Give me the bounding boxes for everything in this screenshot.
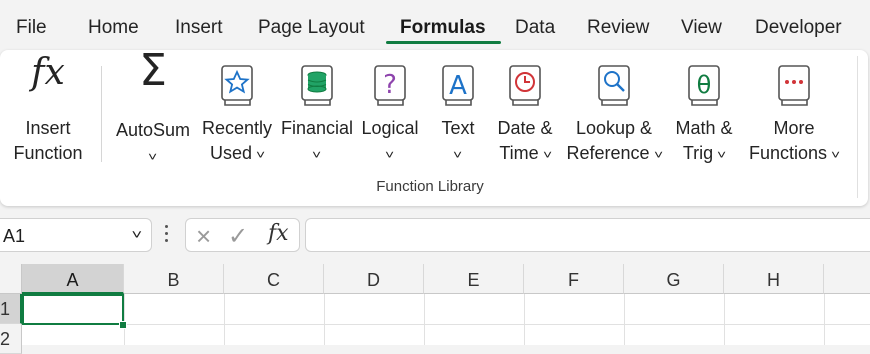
column-header-g[interactable]: G bbox=[624, 264, 724, 294]
select-all-corner[interactable] bbox=[0, 264, 22, 294]
tab-developer[interactable]: Developer bbox=[755, 17, 842, 39]
svg-text:θ: θ bbox=[697, 71, 712, 99]
grid-line bbox=[824, 294, 825, 345]
financial-book-icon bbox=[300, 64, 334, 115]
recently-used-label-2: Used bbox=[209, 143, 252, 163]
column-header-f[interactable]: F bbox=[524, 264, 624, 294]
lookup-reference-label-2: Reference bbox=[566, 143, 650, 163]
column-header-b[interactable]: B bbox=[124, 264, 224, 294]
formula-input[interactable] bbox=[305, 218, 870, 252]
grid-line bbox=[224, 294, 225, 345]
grid-line bbox=[624, 294, 625, 345]
chevron-down-icon: ˅ bbox=[148, 150, 158, 164]
column-header-h[interactable]: H bbox=[724, 264, 824, 294]
chevron-down-icon: ˅ bbox=[453, 148, 463, 162]
logical-label: Logical bbox=[361, 118, 419, 138]
tab-page-layout[interactable]: Page Layout bbox=[258, 17, 365, 39]
row-header-1[interactable]: 1 bbox=[0, 294, 22, 324]
tab-review[interactable]: Review bbox=[587, 17, 649, 39]
name-box[interactable]: A1 ˅ bbox=[0, 218, 152, 252]
lookup-reference-label-1: Lookup & bbox=[575, 118, 653, 138]
math-trig-label-2: Trig bbox=[682, 143, 714, 163]
chevron-down-icon: ˅ bbox=[312, 148, 322, 162]
ribbon-panel: fx Insert Function Σ AutoSum ˅ Recently Use… bbox=[0, 45, 868, 206]
chevron-down-icon: ˅ bbox=[385, 148, 395, 162]
tab-insert[interactable]: Insert bbox=[175, 17, 223, 39]
chevron-down-icon: ˅ bbox=[717, 148, 727, 162]
column-header-a[interactable]: A bbox=[22, 264, 124, 294]
letter-a-book-icon: A bbox=[441, 64, 475, 115]
more-functions-label-1: More bbox=[773, 118, 815, 138]
tab-home[interactable]: Home bbox=[88, 17, 139, 39]
grid-line bbox=[724, 294, 725, 345]
insert-function-label-2: Function bbox=[13, 143, 83, 163]
column-header-c[interactable]: C bbox=[224, 264, 324, 294]
active-cell-a1[interactable] bbox=[22, 294, 124, 325]
clock-book-icon bbox=[508, 64, 542, 115]
svg-text:?: ? bbox=[383, 70, 397, 100]
grid-line bbox=[124, 294, 125, 345]
tab-file[interactable]: File bbox=[16, 17, 47, 39]
more-functions-label-2: Functions bbox=[748, 143, 827, 163]
cancel-icon[interactable]: × bbox=[196, 221, 211, 252]
theta-book-icon: θ bbox=[687, 64, 721, 115]
fx-icon[interactable]: fx bbox=[268, 221, 289, 246]
svg-text:A: A bbox=[449, 71, 467, 101]
insert-function-label-1: Insert bbox=[25, 118, 71, 138]
function-library-group-label: Function Library bbox=[376, 178, 484, 195]
chevron-down-icon: ˅ bbox=[255, 148, 266, 162]
chevron-down-icon[interactable]: ˅ bbox=[132, 227, 143, 242]
fill-handle[interactable] bbox=[119, 321, 127, 329]
row-header-2[interactable]: 2 bbox=[0, 324, 22, 354]
spreadsheet-grid: A B C D E F G H 1 2 bbox=[0, 264, 870, 354]
formula-buttons: × ✓ fx bbox=[185, 218, 300, 252]
tab-formulas[interactable]: Formulas bbox=[400, 17, 486, 39]
column-header-d[interactable]: D bbox=[324, 264, 424, 294]
recently-used-label-1: Recently bbox=[201, 118, 273, 138]
fx-icon: fx bbox=[31, 52, 65, 93]
date-time-label-1: Date & bbox=[497, 118, 553, 138]
active-tab-indicator bbox=[386, 41, 501, 44]
more-options-icon[interactable] bbox=[165, 225, 169, 246]
tab-view[interactable]: View bbox=[681, 17, 722, 39]
formula-bar: A1 ˅ × ✓ fx bbox=[0, 218, 870, 254]
name-box-value: A1 bbox=[3, 226, 26, 246]
chevron-down-icon: ˅ bbox=[542, 148, 552, 162]
question-book-icon: ? bbox=[373, 64, 407, 115]
math-trig-label-1: Math & bbox=[675, 118, 733, 138]
ribbon-group-separator bbox=[857, 56, 858, 198]
text-label: Text bbox=[441, 118, 475, 138]
magnifier-book-icon bbox=[597, 64, 631, 115]
tab-data[interactable]: Data bbox=[515, 17, 555, 39]
ribbon-tabs: File Home Insert Page Layout Formulas Da… bbox=[0, 0, 870, 50]
sigma-icon: Σ bbox=[139, 45, 167, 96]
grid-line bbox=[524, 294, 525, 345]
grid-line bbox=[324, 294, 325, 345]
grid-line bbox=[22, 324, 870, 325]
star-book-icon bbox=[220, 64, 254, 115]
autosum-label: AutoSum bbox=[115, 120, 191, 140]
grid-line bbox=[424, 294, 425, 345]
more-book-icon bbox=[777, 64, 811, 115]
column-header-e[interactable]: E bbox=[424, 264, 524, 294]
column-header-partial bbox=[824, 264, 870, 294]
chevron-down-icon: ˅ bbox=[830, 148, 841, 162]
enter-check-icon[interactable]: ✓ bbox=[228, 222, 248, 251]
ribbon-separator bbox=[101, 66, 102, 162]
financial-label: Financial bbox=[280, 118, 354, 138]
date-time-label-2: Time bbox=[499, 143, 539, 163]
chevron-down-icon: ˅ bbox=[653, 148, 663, 162]
